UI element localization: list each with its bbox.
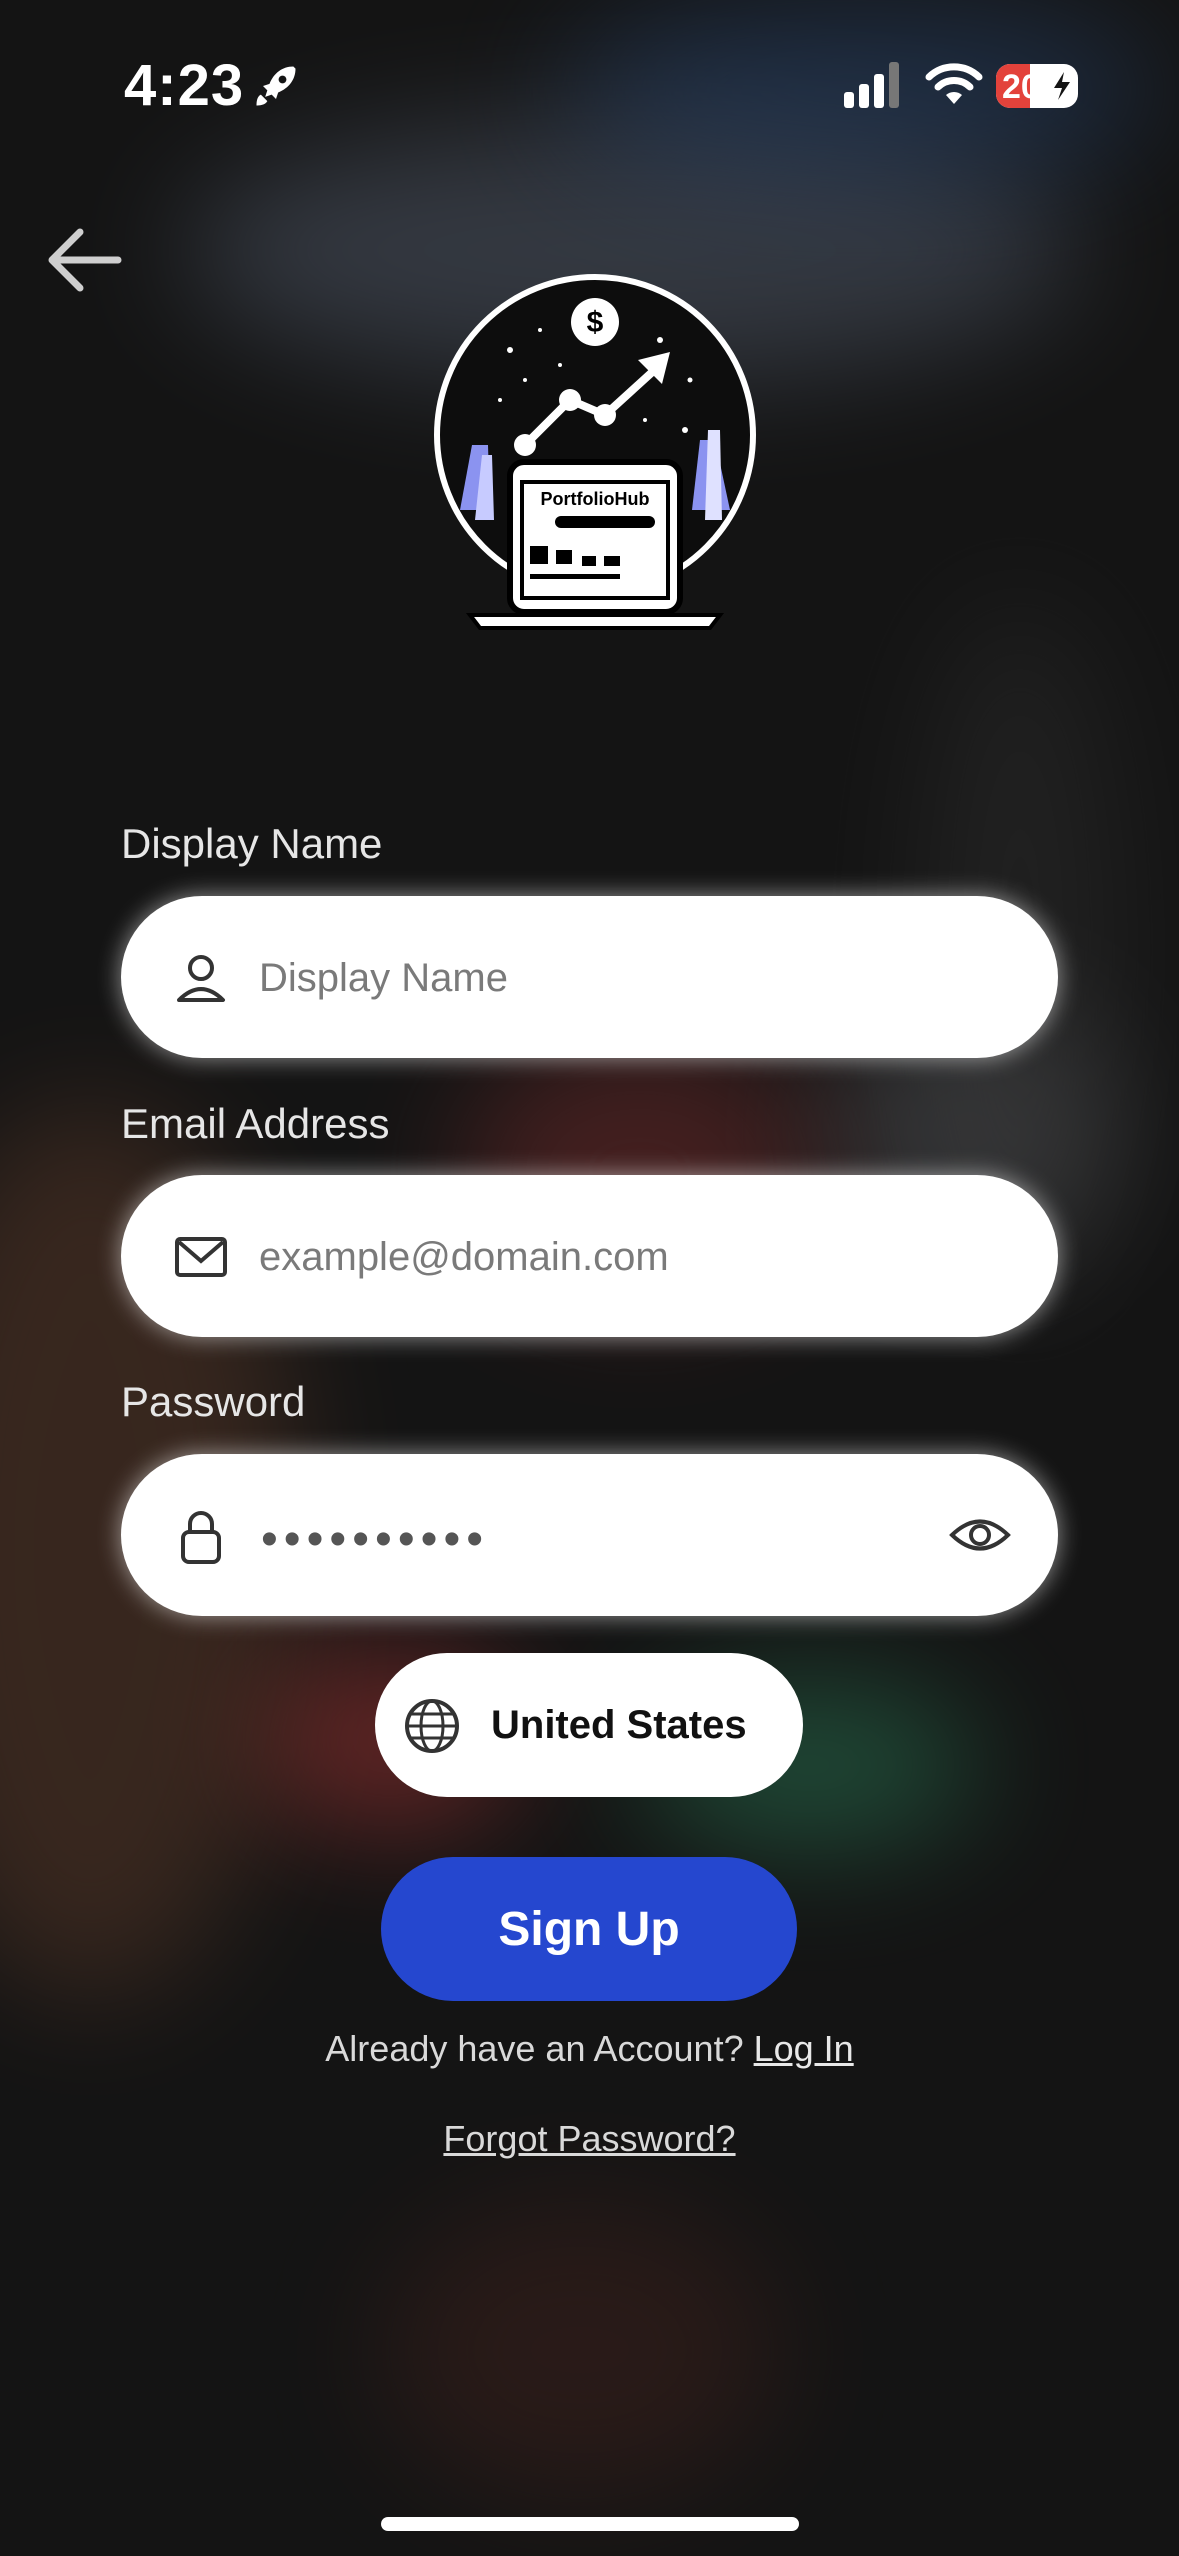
login-prompt: Already have an Account? Log In — [0, 2028, 1179, 2070]
display-name-label: Display Name — [121, 820, 383, 867]
email-field[interactable] — [121, 1175, 1058, 1339]
password-label: Password — [121, 1378, 306, 1425]
svg-text:$: $ — [587, 306, 604, 339]
globe-icon — [405, 1699, 459, 1753]
eye-icon[interactable] — [949, 1510, 1011, 1560]
status-time: 4:23 — [124, 53, 245, 118]
login-prompt-text: Already have an Account? — [325, 2028, 744, 2069]
display-name-field[interactable] — [121, 896, 1058, 1060]
charging-bolt-icon — [1054, 72, 1070, 100]
app-logo: $ PortfolioHub — [434, 274, 756, 630]
lock-icon — [181, 1511, 221, 1564]
envelope-icon — [175, 1237, 227, 1277]
country-selector[interactable]: United States — [375, 1653, 803, 1797]
rocket-icon — [256, 66, 296, 106]
email-input[interactable] — [257, 1175, 961, 1339]
country-value: United States — [491, 1703, 747, 1747]
log-in-link[interactable]: Log In — [754, 2028, 854, 2069]
battery-level: 20 — [1002, 68, 1040, 106]
back-arrow-icon[interactable] — [40, 220, 130, 300]
svg-text:PortfolioHub: PortfolioHub — [541, 489, 650, 509]
password-value[interactable]: •••••••••• — [261, 1512, 489, 1567]
password-field[interactable]: •••••••••• — [121, 1454, 1058, 1616]
wifi-icon — [925, 63, 983, 104]
email-label: Email Address — [121, 1100, 390, 1147]
display-name-input[interactable] — [257, 896, 961, 1060]
forgot-password-link[interactable]: Forgot Password? — [0, 2118, 1179, 2160]
cellular-signal-icon — [844, 62, 899, 108]
person-icon — [177, 955, 225, 1002]
sign-up-button[interactable]: Sign Up — [381, 1857, 797, 2001]
home-indicator[interactable] — [381, 2517, 799, 2531]
battery-indicator: 20 — [996, 64, 1078, 108]
